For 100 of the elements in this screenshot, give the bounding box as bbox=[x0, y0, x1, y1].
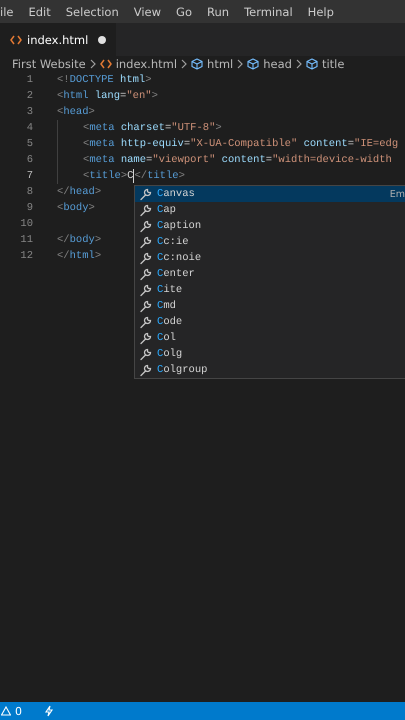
line-number: 12 bbox=[19, 250, 33, 262]
suggestion-label: Code bbox=[157, 316, 182, 328]
menu-item[interactable]: Edit bbox=[28, 4, 51, 18]
suggestion-item[interactable]: Colgroup bbox=[135, 362, 405, 378]
code-token: = bbox=[146, 154, 152, 166]
wrench-icon bbox=[139, 236, 152, 248]
suggestion-label: Col bbox=[157, 332, 176, 344]
code-token: body bbox=[70, 234, 95, 246]
suggestion-label: Colgroup bbox=[157, 364, 208, 376]
code-token: </ bbox=[134, 170, 148, 182]
code-token: </ bbox=[57, 186, 70, 198]
cube-icon bbox=[247, 58, 260, 70]
suggestion-item[interactable]: Caption bbox=[135, 218, 405, 234]
breadcrumb-item[interactable]: title bbox=[322, 57, 344, 71]
line-number: 11 bbox=[19, 234, 33, 246]
wrench-icon bbox=[139, 220, 152, 232]
code-token: < bbox=[83, 170, 90, 182]
menu-item[interactable]: Help bbox=[308, 4, 334, 18]
code-token: "UTF-8" bbox=[171, 122, 216, 134]
chevron-icon bbox=[90, 59, 96, 69]
breadcrumb-item[interactable]: First Website bbox=[12, 57, 86, 71]
wrench-icon bbox=[139, 348, 152, 360]
code-token: < bbox=[83, 154, 90, 166]
code-token: head bbox=[70, 186, 95, 198]
editor-tab[interactable]: index.html bbox=[0, 23, 116, 56]
code-token: name bbox=[120, 154, 146, 166]
code-token: meta bbox=[89, 122, 115, 134]
line-number: 6 bbox=[26, 154, 33, 166]
code-token: = bbox=[184, 138, 190, 150]
menu-item[interactable]: ile bbox=[0, 4, 14, 18]
code-token: C bbox=[127, 170, 134, 182]
code-token: charset bbox=[120, 122, 165, 134]
suggestion-item[interactable]: Code bbox=[135, 314, 405, 330]
code-token: = bbox=[164, 122, 172, 134]
menu-item[interactable]: Run bbox=[207, 4, 230, 18]
wrench-icon bbox=[139, 188, 152, 200]
line-number: 3 bbox=[26, 106, 33, 118]
code-token: > bbox=[94, 186, 102, 198]
code-token: content bbox=[302, 138, 348, 150]
wrench-icon bbox=[139, 204, 152, 216]
code-token: "IE=edg bbox=[354, 138, 398, 150]
code-token: > bbox=[145, 74, 152, 86]
suggestion-item[interactable]: Canvas Em bbox=[135, 186, 405, 202]
code-token: "X-UA-Compatible" bbox=[190, 138, 298, 150]
breadcrumb-item[interactable]: head bbox=[263, 57, 292, 71]
code-token: > bbox=[152, 90, 158, 102]
suggestion-item[interactable]: Col bbox=[135, 330, 405, 346]
line-number: 7 bbox=[26, 170, 33, 182]
line-number: 4 bbox=[26, 122, 33, 134]
breadcrumb-item[interactable]: html bbox=[207, 57, 234, 71]
suggestion-label: Cc:noie bbox=[157, 252, 202, 264]
suggestion-item[interactable]: Colg bbox=[135, 346, 405, 362]
code-token: html bbox=[63, 90, 89, 102]
code-token: < bbox=[57, 202, 64, 214]
menu-item[interactable]: Go bbox=[176, 4, 192, 18]
wrench-icon bbox=[139, 268, 152, 280]
code-token: = bbox=[120, 90, 126, 102]
code-token: <! bbox=[57, 74, 70, 86]
suggestion-item[interactable]: Cc:noie bbox=[135, 250, 405, 266]
suggestion-item[interactable]: Cite bbox=[135, 282, 405, 298]
code-token: title bbox=[147, 170, 179, 182]
suggestion-item[interactable]: Center bbox=[135, 266, 405, 282]
menu-item[interactable]: View bbox=[134, 4, 162, 18]
line-number: 8 bbox=[26, 186, 33, 198]
code-token: > bbox=[88, 202, 95, 214]
line-number: 5 bbox=[26, 138, 33, 150]
warning-count[interactable]: 0 bbox=[15, 704, 22, 718]
code-token: < bbox=[57, 106, 64, 118]
line-number: 1 bbox=[26, 74, 33, 86]
suggestion-item[interactable]: Cap bbox=[135, 202, 405, 218]
code-token: lang bbox=[94, 90, 120, 102]
breadcrumb-item[interactable]: index.html bbox=[116, 57, 178, 71]
suggestion-label: Canvas bbox=[157, 188, 195, 200]
suggestion-item[interactable]: Cmd bbox=[135, 298, 405, 314]
code-brackets-icon bbox=[10, 34, 22, 44]
code-token: > bbox=[88, 106, 95, 118]
code-token: </ bbox=[57, 234, 70, 246]
menu-item[interactable]: Terminal bbox=[244, 4, 293, 18]
suggestion-label: Cite bbox=[157, 284, 182, 296]
menu-item[interactable]: Selection bbox=[66, 4, 119, 18]
warning-icon bbox=[1, 706, 11, 716]
code-token: > bbox=[94, 234, 102, 246]
code-token: html bbox=[119, 74, 146, 86]
code-token: html bbox=[70, 250, 95, 262]
code-token: title bbox=[89, 170, 121, 182]
code-brackets-icon bbox=[100, 59, 112, 69]
chevron-icon bbox=[181, 59, 188, 69]
suggestion-label: Colg bbox=[157, 348, 182, 360]
wrench-icon bbox=[139, 364, 152, 376]
suggestion-item[interactable]: Cc:ie bbox=[135, 234, 405, 250]
lightning-icon[interactable] bbox=[44, 705, 54, 717]
code-token: meta bbox=[89, 154, 115, 166]
code-token: < bbox=[57, 90, 64, 102]
code-token: "width=device-width bbox=[272, 154, 392, 166]
line-number: 9 bbox=[26, 202, 33, 214]
suggestion-label: Cap bbox=[157, 204, 176, 216]
cube-icon bbox=[191, 58, 204, 70]
text-cursor bbox=[133, 169, 134, 183]
code-token: http-equiv bbox=[120, 138, 184, 150]
wrench-icon bbox=[139, 316, 152, 328]
